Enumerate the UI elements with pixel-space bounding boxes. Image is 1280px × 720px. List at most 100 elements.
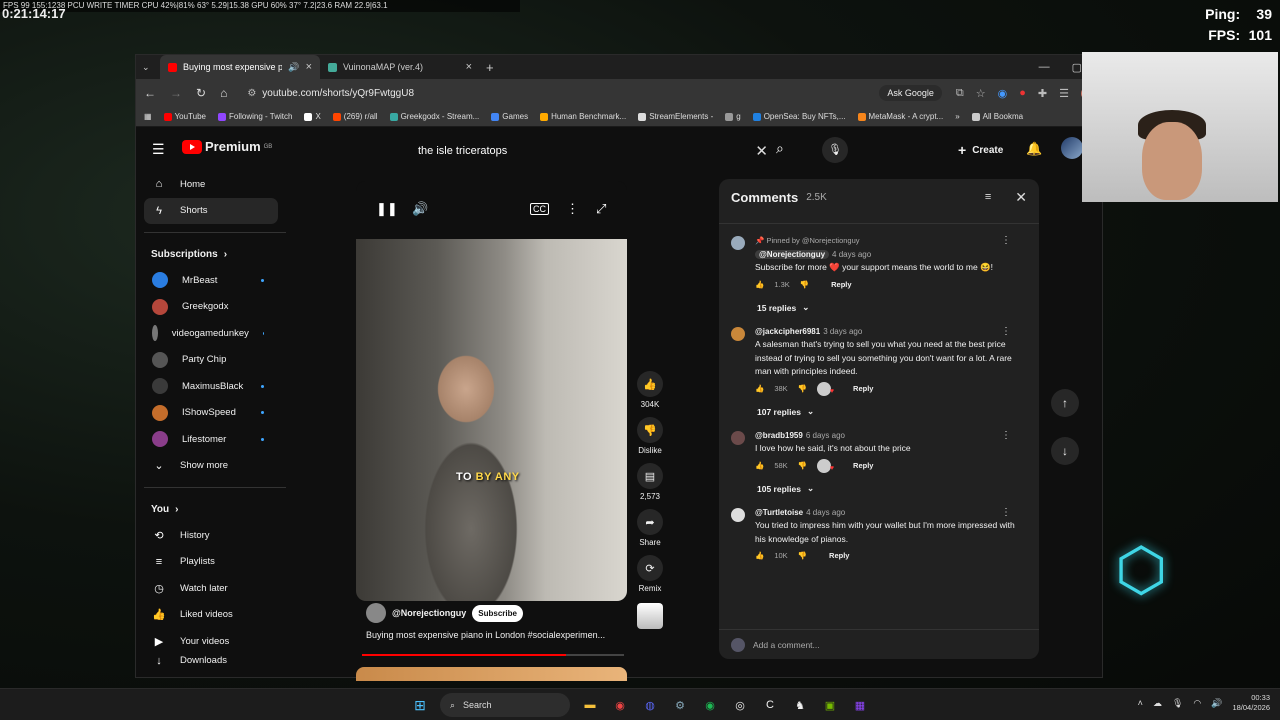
close-tab-icon[interactable]: × — [466, 61, 472, 73]
sidebar-item-subscription[interactable]: Greekgodx — [136, 294, 286, 321]
comment-menu-icon[interactable]: ⋮ — [1001, 429, 1011, 443]
back-icon[interactable]: ← — [144, 86, 156, 100]
new-tab-icon[interactable]: + — [480, 60, 494, 75]
view-replies-button[interactable]: 15 replies ⌄ — [719, 295, 1039, 321]
site-info-icon[interactable]: ⚙ — [247, 88, 256, 99]
bookmark-youtube[interactable]: YouTube — [163, 112, 206, 121]
bookmark-reddit[interactable]: (269) r/all — [332, 112, 378, 121]
game-icon[interactable]: ♞ — [790, 695, 810, 715]
sidebar-item-your-videos[interactable]: ▶ Your videos — [136, 628, 286, 655]
bookmark-greekgodx[interactable]: Greekgodx - Stream... — [389, 112, 479, 121]
app-icon[interactable]: C — [760, 695, 780, 715]
close-tab-icon[interactable]: × — [306, 61, 312, 73]
reply-button[interactable]: Reply — [829, 549, 849, 563]
sidebar-item-watch-later[interactable]: ◷ Watch later — [136, 575, 286, 602]
bookmark-metamask[interactable]: MetaMask - A crypt... — [857, 112, 943, 121]
remix-button[interactable]: ⟳ — [637, 555, 663, 581]
like-button[interactable]: 👍 — [637, 371, 663, 397]
comment-menu-icon[interactable]: ⋮ — [1001, 234, 1011, 248]
comment-author[interactable]: @Norejectionguy — [755, 249, 830, 259]
sidebar-item-subscription[interactable]: Lifestomer — [136, 426, 286, 453]
install-icon[interactable]: ⧉ — [956, 87, 964, 100]
windows-start-icon[interactable]: ⊞ — [410, 695, 430, 715]
sidebar-item-liked-videos[interactable]: 👍 Liked videos — [136, 602, 286, 629]
thumbs-up-icon[interactable]: 👍 — [755, 278, 764, 292]
account-avatar[interactable] — [1061, 137, 1083, 159]
notifications-bell-icon[interactable]: 🔔 — [1026, 141, 1042, 157]
avatar[interactable] — [731, 326, 745, 341]
subscribe-button[interactable]: Subscribe — [472, 604, 523, 622]
shorts-video-player[interactable]: ❚❚ 🔊 CC ⋮ ⤢ TO BY ANY — [356, 181, 627, 601]
sort-icon[interactable]: ≡ — [985, 191, 991, 203]
sidebar-item-playlists[interactable]: ≡ Playlists — [136, 549, 286, 576]
share-button[interactable]: ➦ — [637, 509, 663, 535]
thumbs-up-icon[interactable]: 👍 — [755, 549, 764, 563]
sidebar-item-subscription[interactable]: videogamedunkey — [136, 320, 286, 347]
bookmark-twitch[interactable]: Following - Twitch — [218, 112, 292, 121]
forward-icon[interactable]: → — [170, 86, 182, 100]
home-icon[interactable]: ⌂ — [220, 86, 227, 100]
volume-icon[interactable]: 🔊 — [412, 201, 428, 217]
create-button[interactable]: + Create — [958, 142, 1003, 158]
view-replies-button[interactable]: 105 replies ⌄ — [719, 476, 1039, 502]
comment-author[interactable]: @bradb1959 — [755, 431, 803, 440]
close-icon[interactable]: ✕ — [1015, 189, 1027, 206]
avatar[interactable] — [731, 507, 745, 522]
more-bookmarks-icon[interactable]: » — [955, 112, 959, 121]
bookmark-x[interactable]: X — [304, 112, 321, 121]
record-icon[interactable]: ● — [1019, 87, 1026, 99]
speaker-icon[interactable]: 🔊 — [288, 62, 299, 73]
ask-google-button[interactable]: Ask Google — [879, 85, 942, 101]
hamburger-menu-icon[interactable]: ☰ — [152, 141, 165, 158]
file-explorer-icon[interactable]: ▬ — [580, 695, 600, 715]
thumbs-down-icon[interactable]: 👎 — [798, 382, 807, 396]
sidebar-item-home[interactable]: ⌂ Home — [136, 171, 286, 198]
bookmark-human-benchmark[interactable]: Human Benchmark... — [540, 112, 626, 121]
reply-button[interactable]: Reply — [853, 459, 873, 473]
captions-icon[interactable]: CC — [530, 203, 549, 215]
reload-icon[interactable]: ↻ — [196, 86, 206, 100]
bookmark-streamelements[interactable]: StreamElements - — [638, 112, 713, 121]
more-options-icon[interactable]: ⋮ — [566, 201, 579, 217]
pause-icon[interactable]: ❚❚ — [376, 201, 398, 217]
chrome-icon[interactable]: ◉ — [610, 695, 630, 715]
next-short-preview[interactable] — [356, 667, 627, 681]
next-short-arrow-icon[interactable]: ↓ — [1051, 437, 1079, 465]
obs-icon[interactable]: ◎ — [730, 695, 750, 715]
clock[interactable]: 00:33 18/04/2026 — [1232, 693, 1270, 713]
apps-grid-icon[interactable]: ▦ — [144, 112, 152, 121]
previous-short-arrow-icon[interactable]: ↑ — [1051, 389, 1079, 417]
tab-youtube-short[interactable]: Buying most expensive pia 🔊 × — [160, 55, 320, 79]
cloud-icon[interactable]: ☁ — [1153, 698, 1162, 709]
video-title[interactable]: Buying most expensive piano in London #s… — [356, 627, 627, 643]
thumbs-up-icon[interactable]: 👍 — [755, 459, 764, 473]
thumbs-down-icon[interactable]: 👎 — [798, 459, 807, 473]
add-comment-field[interactable]: Add a comment... — [719, 629, 1039, 659]
mic-icon[interactable]: 🎙 — [1172, 698, 1183, 709]
comment-author[interactable]: @jackcipher6981 — [755, 327, 820, 336]
comment-author[interactable]: @Turtletoise — [755, 508, 803, 517]
comments-button[interactable]: ▤ — [637, 463, 663, 489]
thumbs-down-icon[interactable]: 👎 — [798, 549, 807, 563]
menu-icon[interactable]: ☰ — [1059, 87, 1069, 100]
minimize-icon[interactable]: — — [1039, 61, 1050, 74]
bookmark-games[interactable]: Games — [491, 112, 528, 121]
view-replies-button[interactable]: 107 replies ⌄ — [719, 399, 1039, 425]
all-bookmarks[interactable]: All Bookma — [971, 112, 1023, 121]
clear-search-icon[interactable]: ✕ — [755, 142, 768, 160]
steam-icon[interactable]: ⚙ — [670, 695, 690, 715]
channel-avatar[interactable] — [366, 603, 386, 623]
bookmark-folder-g[interactable]: g — [725, 112, 741, 121]
avatar[interactable] — [731, 430, 745, 445]
spotify-icon[interactable]: ◉ — [700, 695, 720, 715]
show-more-button[interactable]: ⌄ Show more — [136, 453, 286, 480]
search-input[interactable]: the isle triceratops ✕ — [410, 137, 772, 165]
bookmark-star-icon[interactable]: ☆ — [976, 87, 986, 100]
avatar[interactable] — [731, 236, 745, 250]
channel-name[interactable]: @Norejectionguy — [392, 608, 466, 618]
taskbar-search[interactable]: ⌕ Search — [440, 693, 570, 717]
discord-icon[interactable]: ◍ — [640, 695, 660, 715]
dislike-button[interactable]: 👎 — [637, 417, 663, 443]
sidebar-item-downloads[interactable]: ↓ Downloads — [136, 655, 286, 667]
microphone-icon[interactable]: 🎙 — [822, 137, 848, 163]
